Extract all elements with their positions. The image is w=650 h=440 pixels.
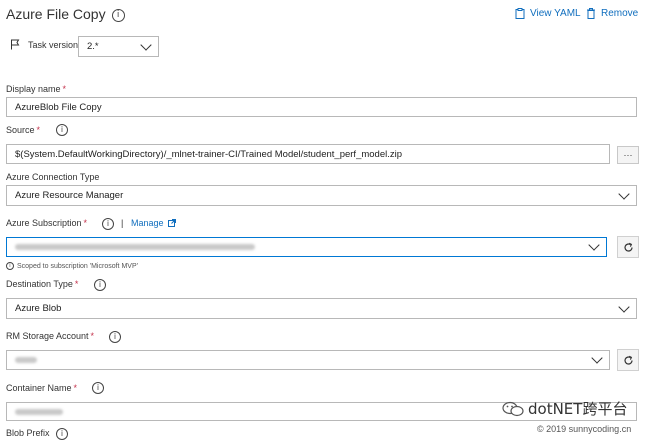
source-value: $(System.DefaultWorkingDirectory)/_mlnet… (15, 148, 403, 160)
destination-type-select[interactable]: Azure Blob (6, 298, 637, 319)
subscription-label: Azure Subscription * (6, 218, 88, 228)
view-yaml-button[interactable]: View YAML (515, 8, 581, 19)
page-title-row: Azure File Copy i (6, 6, 125, 22)
ellipsis-icon: ··· (623, 150, 633, 160)
chevron-down-icon (618, 300, 630, 313)
display-name-label: Display name * (6, 84, 67, 94)
scope-note-text: Scoped to subscription 'Microsoft MVP' (17, 262, 138, 270)
remove-button[interactable]: Remove (586, 8, 638, 19)
task-version-select[interactable]: 2.* (78, 36, 159, 57)
source-label: Source * (6, 125, 41, 135)
copyright-text: © 2019 sunnycoding.cn (537, 424, 632, 434)
task-version-label: Task version (28, 40, 79, 50)
separator: | (121, 218, 124, 228)
task-version-value: 2.* (87, 41, 99, 52)
destination-type-value: Azure Blob (15, 303, 62, 314)
connection-type-label: Azure Connection Type (6, 172, 100, 182)
refresh-icon (623, 242, 633, 252)
storage-account-select[interactable] (6, 350, 610, 370)
chevron-down-icon (591, 352, 603, 364)
info-icon[interactable]: i (111, 8, 125, 22)
page-title: Azure File Copy (6, 6, 106, 22)
refresh-icon (623, 355, 633, 365)
subscription-info-icon[interactable]: i (102, 218, 114, 230)
source-info-icon[interactable]: i (56, 124, 68, 136)
trash-icon (587, 8, 595, 19)
blob-prefix-info-icon[interactable]: i (56, 428, 68, 440)
remove-label: Remove (601, 8, 639, 19)
destination-info-icon[interactable]: i (94, 279, 106, 291)
connection-type-value: Azure Resource Manager (15, 190, 124, 201)
external-link-icon (167, 219, 176, 227)
container-info-icon[interactable]: i (92, 382, 104, 394)
watermark-text: dotNET跨平台 (528, 400, 628, 418)
source-input[interactable]: $(System.DefaultWorkingDirectory)/_mlnet… (6, 144, 610, 164)
subscription-select[interactable] (6, 237, 607, 257)
watermark: dotNET跨平台 (502, 398, 627, 419)
redacted-container-name (15, 408, 63, 415)
container-name-label: Container Name * (6, 383, 78, 393)
manage-link[interactable]: Manage (131, 218, 176, 228)
view-yaml-label: View YAML (530, 8, 581, 19)
browse-button[interactable]: ··· (617, 146, 639, 164)
scope-note: i Scoped to subscription 'Microsoft MVP' (6, 262, 138, 270)
destination-type-label: Destination Type * (6, 279, 79, 289)
refresh-subscription-button[interactable] (617, 236, 639, 258)
wechat-icon (502, 401, 524, 416)
manage-link-label: Manage (131, 218, 164, 228)
chevron-down-icon (618, 187, 630, 200)
redacted-subscription (15, 244, 255, 250)
display-name-value: AzureBlob File Copy (15, 101, 102, 113)
connection-type-select[interactable]: Azure Resource Manager (6, 185, 637, 206)
clipboard-icon (515, 8, 525, 19)
flag-icon (11, 39, 20, 50)
chevron-down-icon (140, 38, 152, 51)
chevron-down-icon (588, 239, 600, 251)
scope-info-icon: i (6, 262, 14, 270)
refresh-storage-button[interactable] (617, 349, 639, 371)
storage-account-label: RM Storage Account * (6, 331, 95, 341)
storage-info-icon[interactable]: i (109, 331, 121, 343)
display-name-input[interactable]: AzureBlob File Copy (6, 97, 637, 117)
redacted-storage-account (15, 357, 37, 363)
